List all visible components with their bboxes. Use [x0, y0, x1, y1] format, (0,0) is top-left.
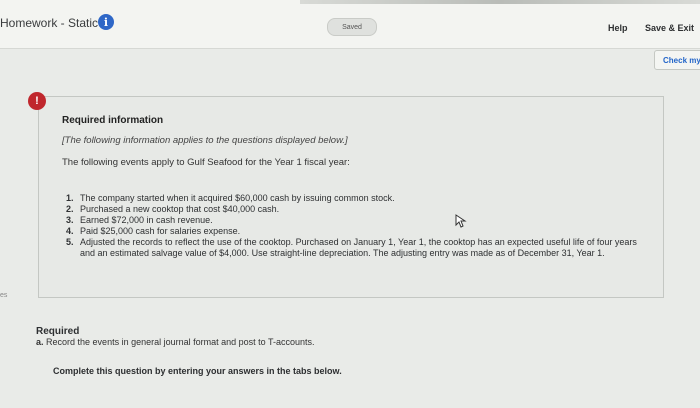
- event-number: 4.: [66, 226, 74, 236]
- edge-text: es: [0, 292, 8, 299]
- info-icon[interactable]: i: [98, 14, 114, 30]
- list-item: 2. Purchased a new cooktop that cost $40…: [66, 204, 646, 215]
- save-exit-button[interactable]: Save & Exit: [645, 23, 694, 33]
- required-heading: Required: [36, 326, 80, 337]
- required-item-text: Record the events in general journal for…: [46, 337, 315, 347]
- list-item: 5. Adjusted the records to reflect the u…: [66, 237, 646, 259]
- event-text: Purchased a new cooktop that cost $40,00…: [80, 204, 280, 214]
- mouse-pointer-icon: [455, 214, 467, 228]
- event-text: The company started when it acquired $60…: [80, 193, 395, 203]
- top-strip: [300, 0, 700, 4]
- list-item: 4. Paid $25,000 cash for salaries expens…: [66, 226, 646, 237]
- list-item: 3. Earned $72,000 in cash revenue.: [66, 215, 646, 226]
- events-list: 1. The company started when it acquired …: [66, 193, 646, 259]
- required-item: a. Record the events in general journal …: [36, 337, 315, 347]
- event-number: 3.: [66, 215, 74, 225]
- event-text: Earned $72,000 in cash revenue.: [80, 215, 213, 225]
- required-item-letter: a.: [36, 337, 44, 347]
- alert-icon: !: [28, 92, 46, 110]
- events-intro: The following events apply to Gulf Seafo…: [62, 157, 350, 168]
- event-number: 1.: [66, 193, 74, 203]
- assignment-title: Homework - Static: [0, 16, 99, 30]
- check-my-work-button[interactable]: Check my: [654, 50, 700, 70]
- required-information-note: [The following information applies to th…: [62, 135, 348, 146]
- help-button[interactable]: Help: [608, 23, 628, 33]
- required-information-title: Required information: [62, 115, 164, 126]
- instructions-text: Complete this question by entering your …: [53, 366, 342, 376]
- event-text: Paid $25,000 cash for salaries expense.: [80, 226, 241, 236]
- event-text: Adjusted the records to reflect the use …: [80, 237, 637, 258]
- event-number: 5.: [66, 237, 74, 247]
- event-number: 2.: [66, 204, 74, 214]
- list-item: 1. The company started when it acquired …: [66, 193, 646, 204]
- saved-badge: Saved: [327, 18, 377, 36]
